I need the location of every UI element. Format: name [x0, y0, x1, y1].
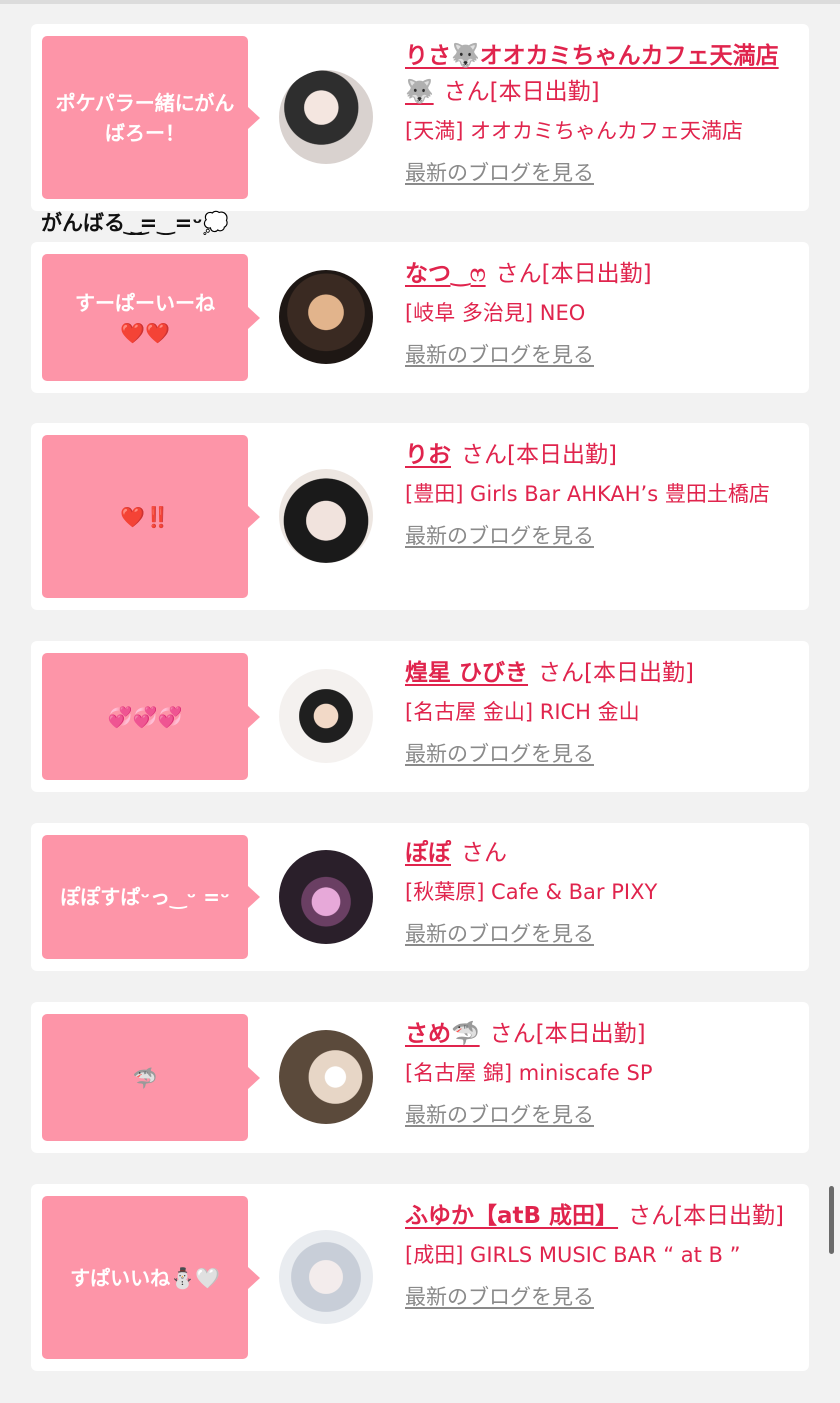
latest-blog-link[interactable]: 最新のブログを見る: [405, 738, 594, 768]
avatar[interactable]: [279, 1230, 373, 1324]
shop-label: [天満] オオカミちゃんカフェ天満店: [405, 119, 744, 143]
list-item: ❤️‼️ りお さん[本日出勤] [豊田] Girls Bar AHKAH’s 豊…: [31, 423, 809, 610]
floating-comment: がんばる ͜ ͜=‿=ᵕ💭: [41, 211, 229, 235]
scrollbar[interactable]: [829, 1186, 834, 1254]
shop-label: [名古屋 金山] RICH 金山: [405, 700, 640, 724]
cast-name-link[interactable]: ふゆか【atB 成田】: [405, 1203, 618, 1229]
cast-name-line: りお さん[本日出勤]: [405, 437, 799, 473]
avatar[interactable]: [279, 469, 373, 563]
latest-blog-link[interactable]: 最新のブログを見る: [405, 157, 594, 187]
comment-bubble: 🦈: [42, 1014, 260, 1141]
cast-name-link[interactable]: ぽぽ: [405, 840, 451, 866]
avatar[interactable]: [279, 70, 373, 164]
cast-name-link[interactable]: 煌星 ひびき: [405, 660, 528, 686]
status-badge: [本日出勤]: [489, 79, 600, 105]
comment-bubble: ぽぽすぱᵕっ‿ᵕ =ᵕ: [42, 835, 260, 959]
honorific-label: さん: [461, 442, 507, 468]
honorific-label: さん: [461, 840, 507, 866]
avatar[interactable]: [279, 270, 373, 364]
list-item: 💞💞💞 煌星 ひびき さん[本日出勤] [名古屋 金山] RICH 金山 最新のブ…: [31, 641, 809, 792]
status-badge: [本日出勤]: [674, 1203, 785, 1229]
shop-label: [秋葉原] Cafe & Bar PIXY: [405, 880, 658, 904]
latest-blog-link[interactable]: 最新のブログを見る: [405, 520, 594, 550]
comment-bubble: ポケパラー緒にがんばろー！: [42, 36, 260, 199]
comment-bubble: すぱいいね⛄🤍: [42, 1196, 260, 1359]
latest-blog-link[interactable]: 最新のブログを見る: [405, 1281, 594, 1311]
honorific-label: さん: [495, 261, 542, 287]
shop-label: [名古屋 錦] miniscafe SP: [405, 1061, 653, 1085]
list-item: ぽぽすぱᵕっ‿ᵕ =ᵕ ぽぽ さん [秋葉原] Cafe & Bar PIXY 最…: [31, 823, 809, 971]
list-item: 🦈 さめ🦈 さん[本日出勤] [名古屋 錦] miniscafe SP 最新のブロ…: [31, 1002, 809, 1153]
latest-blog-link[interactable]: 最新のブログを見る: [405, 918, 594, 948]
list-item: ポケパラー緒にがんばろー！ りさ🐺オオカミちゃんカフェ天満店🐺 さん[本日出勤] …: [31, 24, 809, 211]
honorific-label: さん: [443, 79, 490, 105]
shop-label: [岐阜 多治見] NEO: [405, 301, 586, 325]
avatar[interactable]: [279, 669, 373, 763]
comment-bubble: 💞💞💞: [42, 653, 260, 780]
cast-name-line: なつ‿ෆ さん[本日出勤]: [405, 256, 799, 292]
cast-name-line: 煌星 ひびき さん[本日出勤]: [405, 655, 799, 691]
honorific-label: さん: [489, 1021, 536, 1047]
cast-name-line: さめ🦈 さん[本日出勤]: [405, 1016, 799, 1052]
status-badge: [本日出勤]: [541, 261, 652, 287]
list-item: すぱいいね⛄🤍 ふゆか【atB 成田】 さん[本日出勤] [成田] GIRLS M…: [31, 1184, 809, 1371]
shop-label: [豊田] Girls Bar AHKAH’s 豊田土橋店: [405, 482, 770, 506]
cast-name-link[interactable]: なつ‿ෆ: [405, 261, 486, 287]
cast-name-link[interactable]: さめ🦈: [405, 1021, 480, 1047]
list-item: すーぱーいーね ❤️❤️ なつ‿ෆ さん[本日出勤] [岐阜 多治見] NEO 最…: [31, 242, 809, 393]
cast-name-line: りさ🐺オオカミちゃんカフェ天満店🐺 さん[本日出勤]: [405, 38, 799, 110]
status-badge: [本日出勤]: [507, 442, 617, 468]
cast-name-link[interactable]: りお: [405, 442, 451, 468]
latest-blog-link[interactable]: 最新のブログを見る: [405, 1099, 594, 1129]
comment-bubble: ❤️‼️: [42, 435, 260, 598]
status-badge: [本日出勤]: [584, 660, 694, 686]
honorific-label: さん: [538, 660, 585, 686]
honorific-label: さん: [628, 1203, 675, 1229]
latest-blog-link[interactable]: 最新のブログを見る: [405, 339, 594, 369]
cast-name-line: ふゆか【atB 成田】 さん[本日出勤]: [405, 1198, 799, 1234]
status-badge: [本日出勤]: [535, 1021, 646, 1047]
top-divider: [0, 0, 840, 4]
comment-bubble: すーぱーいーね ❤️❤️: [42, 254, 260, 381]
avatar[interactable]: [279, 1030, 373, 1124]
cast-name-line: ぽぽ さん: [405, 835, 799, 871]
shop-label: [成田] GIRLS MUSIC BAR “ at B ”: [405, 1243, 741, 1267]
avatar[interactable]: [279, 850, 373, 944]
